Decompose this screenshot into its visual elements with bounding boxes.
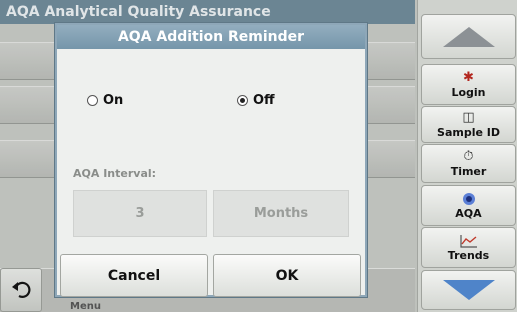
cancel-button[interactable]: Cancel [60, 254, 208, 297]
interval-label: AQA Interval: [73, 167, 157, 180]
up-arrow-icon [442, 26, 495, 47]
sample-id-label: Sample ID [437, 125, 500, 139]
aqa-reminder-dialog: AQA Addition Reminder On Off AQA Interva… [55, 23, 367, 297]
sample-id-button[interactable]: ◫ Sample ID [421, 106, 516, 143]
timer-icon: ⏱ [463, 148, 474, 164]
down-arrow-icon [442, 280, 495, 300]
on-radio-option[interactable]: On [87, 93, 123, 108]
scroll-down-button[interactable] [421, 270, 516, 310]
scroll-up-button[interactable] [421, 14, 516, 59]
off-radio-option[interactable]: Off [237, 93, 275, 108]
sample-vial-icon: ◫ [462, 109, 475, 125]
on-radio-label: On [103, 93, 124, 108]
aqa-label: AQA [455, 206, 482, 220]
trends-label: Trends [447, 248, 490, 262]
ok-button[interactable]: OK [213, 254, 361, 297]
aqa-icon [462, 192, 475, 205]
trends-chart-icon [459, 234, 477, 248]
right-sidebar: ✱ Login ◫ Sample ID ⏱ Timer AQA Trends [417, 0, 517, 312]
aqa-button[interactable]: AQA [421, 185, 516, 226]
screen: AQA Analytical Quality Assurance Menu ✱ … [0, 0, 517, 312]
interval-value-field[interactable]: 3 [73, 190, 207, 237]
timer-button[interactable]: ⏱ Timer [421, 144, 516, 183]
on-radio-icon [87, 95, 98, 106]
interval-unit-field[interactable]: Months [213, 190, 349, 237]
trends-button[interactable]: Trends [421, 227, 516, 268]
dialog-title: AQA Addition Reminder [57, 25, 365, 49]
login-button[interactable]: ✱ Login [421, 64, 516, 105]
login-person-icon: ✱ [463, 69, 474, 85]
off-radio-label: Off [253, 93, 275, 108]
off-radio-selected-icon [237, 95, 248, 106]
login-label: Login [451, 85, 486, 99]
timer-label: Timer [450, 164, 487, 178]
